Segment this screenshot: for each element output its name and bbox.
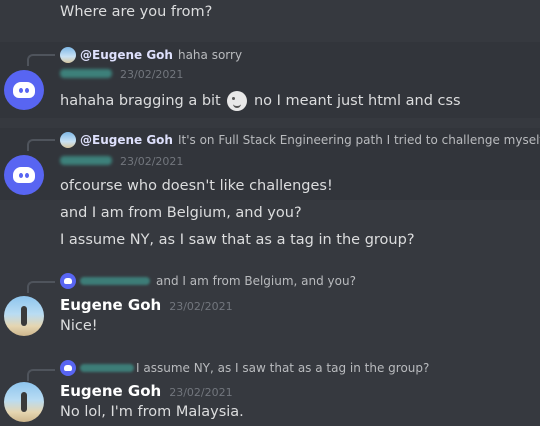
reply-avatar-icon [60,360,76,376]
reply-username-redacted[interactable] [80,364,134,372]
message-header: Eugene Goh 23/02/2021 [60,296,233,314]
reply-connector [27,369,55,381]
avatar[interactable] [4,382,44,422]
discord-logo-eye [25,173,29,178]
reply-username-redacted[interactable] [80,277,150,285]
avatar-person [21,306,27,326]
timestamp: 23/02/2021 [169,386,233,399]
message-text: and I am from Belgium, and you? [60,205,302,221]
reply-text: It's on Full Stack Engineering path I tr… [177,133,540,147]
timestamp: 23/02/2021 [169,300,233,313]
avatar[interactable] [4,155,44,195]
reply-preview[interactable]: I assume NY, as I saw that as a tag in t… [60,360,429,376]
reply-mention[interactable]: @Eugene Goh [80,133,173,147]
reply-preview[interactable]: @Eugene Goh It's on Full Stack Engineeri… [60,132,540,148]
username-redacted[interactable] [60,156,112,165]
message-text: hahaha bragging a bit no I meant just ht… [60,91,461,111]
username[interactable]: Eugene Goh [60,296,161,314]
reply-avatar-icon [60,47,76,63]
message-text: Where are you from? [60,4,213,20]
message-text: Nice! [60,318,98,334]
discord-logo-eye [25,88,29,93]
timestamp: 23/02/2021 [120,155,184,168]
message-text-part: hahaha bragging a bit [60,93,221,109]
message-header: 23/02/2021 [60,68,183,81]
reply-text: haha sorry [177,48,243,62]
message-header: Eugene Goh 23/02/2021 [60,382,233,400]
message-text: ofcourse who doesn't like challenges! [60,178,333,194]
reply-preview[interactable]: @Eugene Goh haha sorry [60,47,242,63]
username-redacted[interactable] [60,69,112,78]
discord-logo-icon [13,82,35,98]
reply-avatar-icon [60,132,76,148]
reply-connector [27,139,55,151]
timestamp: 23/02/2021 [120,68,184,81]
reply-connector [27,281,55,293]
reply-connector [27,54,55,66]
wink-emoji-icon [227,91,248,111]
message-header: 23/02/2021 [60,155,183,168]
discord-logo-icon [13,167,35,183]
reply-text: and I am from Belgium, and you? [156,274,356,288]
reply-avatar-icon [60,273,76,289]
avatar[interactable] [4,296,44,336]
avatar[interactable] [4,70,44,110]
reply-preview[interactable]: and I am from Belgium, and you? [60,273,356,289]
message-text-part: no I meant just html and css [253,93,461,109]
discord-logo-eye [19,88,23,93]
message-text: I assume NY, as I saw that as a tag in t… [60,232,415,248]
reply-mention[interactable]: @Eugene Goh [80,48,173,62]
discord-logo-eye [19,173,23,178]
message-text: No lol, I'm from Malaysia. [60,404,244,420]
avatar-person [21,392,27,412]
username[interactable]: Eugene Goh [60,382,161,400]
reply-text: I assume NY, as I saw that as a tag in t… [136,361,430,375]
